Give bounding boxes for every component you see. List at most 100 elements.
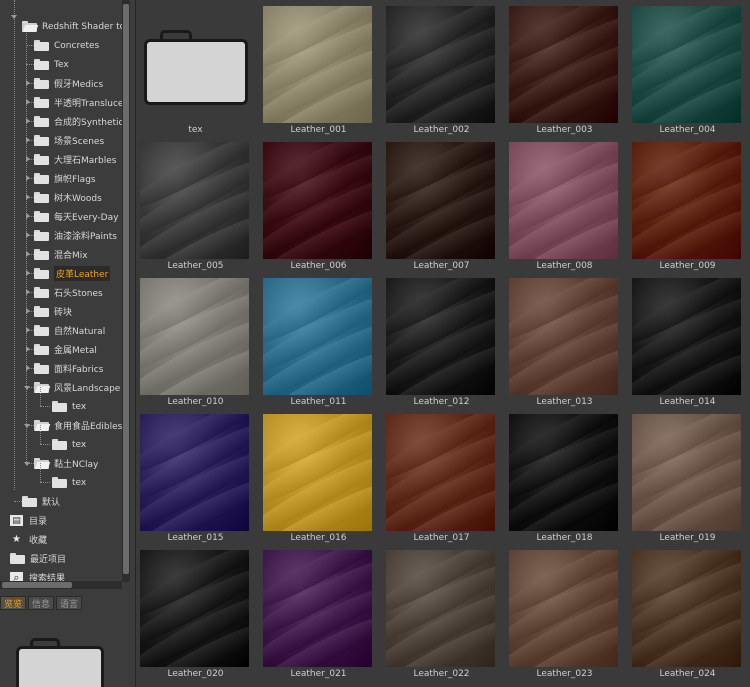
expand-arrow-icon[interactable] bbox=[26, 194, 30, 200]
material-thumbnail[interactable] bbox=[632, 278, 741, 395]
tree-item-20[interactable]: 食用食品Edibles bbox=[34, 416, 122, 435]
scroll-thumb[interactable] bbox=[123, 4, 129, 574]
expand-arrow-icon[interactable] bbox=[26, 346, 30, 352]
asset-tile[interactable]: Leather_002 bbox=[383, 0, 495, 135]
material-thumbnail[interactable] bbox=[386, 278, 495, 395]
asset-tile[interactable]: Leather_017 bbox=[383, 408, 495, 543]
material-thumbnail[interactable] bbox=[509, 550, 618, 667]
material-thumbnail[interactable] bbox=[263, 142, 372, 259]
asset-tile[interactable]: tex bbox=[137, 0, 249, 135]
asset-tile[interactable]: Leather_020 bbox=[137, 544, 249, 679]
asset-tile[interactable]: Leather_018 bbox=[506, 408, 618, 543]
asset-tile[interactable]: Leather_014 bbox=[629, 272, 741, 407]
material-thumbnail[interactable] bbox=[386, 550, 495, 667]
tree-item-9[interactable]: 每天Every-Day bbox=[34, 207, 118, 226]
tree-item-19[interactable]: tex bbox=[52, 397, 86, 416]
asset-tile[interactable]: Leather_015 bbox=[137, 408, 249, 543]
material-thumbnail[interactable] bbox=[140, 550, 249, 667]
asset-tile[interactable]: Leather_003 bbox=[506, 0, 618, 135]
tree-item-8[interactable]: 树木Woods bbox=[34, 188, 102, 207]
tree-root-folder[interactable]: Redshift Shader to bbox=[22, 17, 122, 36]
material-thumbnail[interactable] bbox=[509, 142, 618, 259]
asset-tile[interactable]: Leather_023 bbox=[506, 544, 618, 679]
material-thumbnail[interactable] bbox=[509, 6, 618, 123]
tree-item-0[interactable]: Concretes bbox=[34, 36, 99, 55]
tree-vertical-scrollbar[interactable] bbox=[122, 0, 130, 582]
expand-arrow-icon[interactable] bbox=[26, 232, 30, 238]
tree-item-15[interactable]: 自然Natural bbox=[34, 321, 105, 340]
tree-item-12[interactable]: 皮革Leather bbox=[34, 264, 111, 283]
tree-item-17[interactable]: 面料Fabrics bbox=[34, 359, 103, 378]
tree-item-18[interactable]: 风景Landscape bbox=[34, 378, 120, 397]
asset-tile[interactable]: Leather_011 bbox=[260, 272, 372, 407]
system-item-0[interactable]: ▤ 目录 bbox=[10, 511, 47, 530]
material-thumbnail[interactable] bbox=[263, 414, 372, 531]
asset-tile[interactable]: Leather_022 bbox=[383, 544, 495, 679]
tree-item-10[interactable]: 油漆涂料Paints bbox=[34, 226, 117, 245]
asset-tile[interactable]: Leather_005 bbox=[137, 136, 249, 271]
expand-arrow-icon[interactable] bbox=[26, 308, 30, 314]
asset-tile[interactable]: Leather_019 bbox=[629, 408, 741, 543]
expand-arrow-icon[interactable] bbox=[26, 365, 30, 371]
material-thumbnail[interactable] bbox=[263, 278, 372, 395]
tree-item-2[interactable]: 假牙Medics bbox=[34, 74, 103, 93]
material-thumbnail[interactable] bbox=[632, 550, 741, 667]
material-thumbnail[interactable] bbox=[386, 414, 495, 531]
material-thumbnail[interactable] bbox=[140, 142, 249, 259]
tree-item-default[interactable]: 默认 bbox=[22, 492, 60, 511]
tree-item-3[interactable]: 半透明Transluce bbox=[34, 93, 122, 112]
asset-tile[interactable]: Leather_012 bbox=[383, 272, 495, 407]
material-thumbnail[interactable] bbox=[509, 278, 618, 395]
tree-item-16[interactable]: 金属Metal bbox=[34, 340, 97, 359]
asset-tile[interactable]: Leather_010 bbox=[137, 272, 249, 407]
expand-arrow-icon[interactable] bbox=[26, 137, 30, 143]
tab-0[interactable]: 览览 bbox=[0, 596, 27, 610]
material-thumbnail[interactable] bbox=[632, 414, 741, 531]
tree-item-21[interactable]: tex bbox=[52, 435, 86, 454]
expand-arrow-icon[interactable] bbox=[26, 270, 30, 276]
asset-tile[interactable]: Leather_006 bbox=[260, 136, 372, 271]
tree-item-4[interactable]: 合成的Synthetic bbox=[34, 112, 122, 131]
asset-tile[interactable]: Leather_013 bbox=[506, 272, 618, 407]
asset-tile[interactable]: Leather_016 bbox=[260, 408, 372, 543]
asset-tile[interactable]: Leather_009 bbox=[629, 136, 741, 271]
asset-tile[interactable]: Leather_021 bbox=[260, 544, 372, 679]
material-thumbnail[interactable] bbox=[632, 142, 741, 259]
material-thumbnail[interactable] bbox=[386, 6, 495, 123]
material-thumbnail[interactable] bbox=[386, 142, 495, 259]
expand-arrow-icon[interactable] bbox=[26, 327, 30, 333]
tree-item-5[interactable]: 场景Scenes bbox=[34, 131, 104, 150]
expand-arrow-icon[interactable] bbox=[26, 251, 30, 257]
asset-tile[interactable]: Leather_007 bbox=[383, 136, 495, 271]
material-thumbnail[interactable] bbox=[263, 6, 372, 123]
expand-arrow-icon[interactable] bbox=[26, 156, 30, 162]
scroll-thumb[interactable] bbox=[2, 582, 72, 588]
tree-item-14[interactable]: 砖块 bbox=[34, 302, 72, 321]
expand-arrow-icon[interactable] bbox=[26, 213, 30, 219]
material-thumbnail[interactable] bbox=[140, 414, 249, 531]
expand-arrow-icon[interactable] bbox=[26, 289, 30, 295]
expand-arrow-icon[interactable] bbox=[26, 99, 30, 105]
asset-tile[interactable]: Leather_024 bbox=[629, 544, 741, 679]
material-thumbnail[interactable] bbox=[140, 278, 249, 395]
tree-item-22[interactable]: 黏土NClay bbox=[34, 454, 98, 473]
asset-tile[interactable]: Leather_008 bbox=[506, 136, 618, 271]
folder-thumbnail[interactable] bbox=[140, 6, 249, 123]
system-item-1[interactable]: ★ 收藏 bbox=[10, 530, 47, 549]
tree-item-7[interactable]: 旗帜Flags bbox=[34, 169, 96, 188]
asset-tile[interactable]: Leather_004 bbox=[629, 0, 741, 135]
expand-arrow-open-icon[interactable] bbox=[24, 424, 30, 428]
tree-item-6[interactable]: 大理石Marbles bbox=[34, 150, 116, 169]
expand-arrow-icon[interactable] bbox=[26, 118, 30, 124]
system-item-3[interactable]: ⌕ 搜索结果 bbox=[10, 568, 65, 582]
material-thumbnail[interactable] bbox=[263, 550, 372, 667]
expand-arrow-icon[interactable] bbox=[26, 80, 30, 86]
tree-item-23[interactable]: tex bbox=[52, 473, 86, 492]
tree-horizontal-scrollbar[interactable] bbox=[0, 581, 122, 589]
tree-item-13[interactable]: 石头Stones bbox=[34, 283, 103, 302]
material-thumbnail[interactable] bbox=[509, 414, 618, 531]
tree-item-1[interactable]: Tex bbox=[34, 55, 69, 74]
tree-item-11[interactable]: 混合Mix bbox=[34, 245, 88, 264]
system-item-2[interactable]: 最近项目 bbox=[10, 549, 66, 568]
asset-tile[interactable]: Leather_001 bbox=[260, 0, 372, 135]
